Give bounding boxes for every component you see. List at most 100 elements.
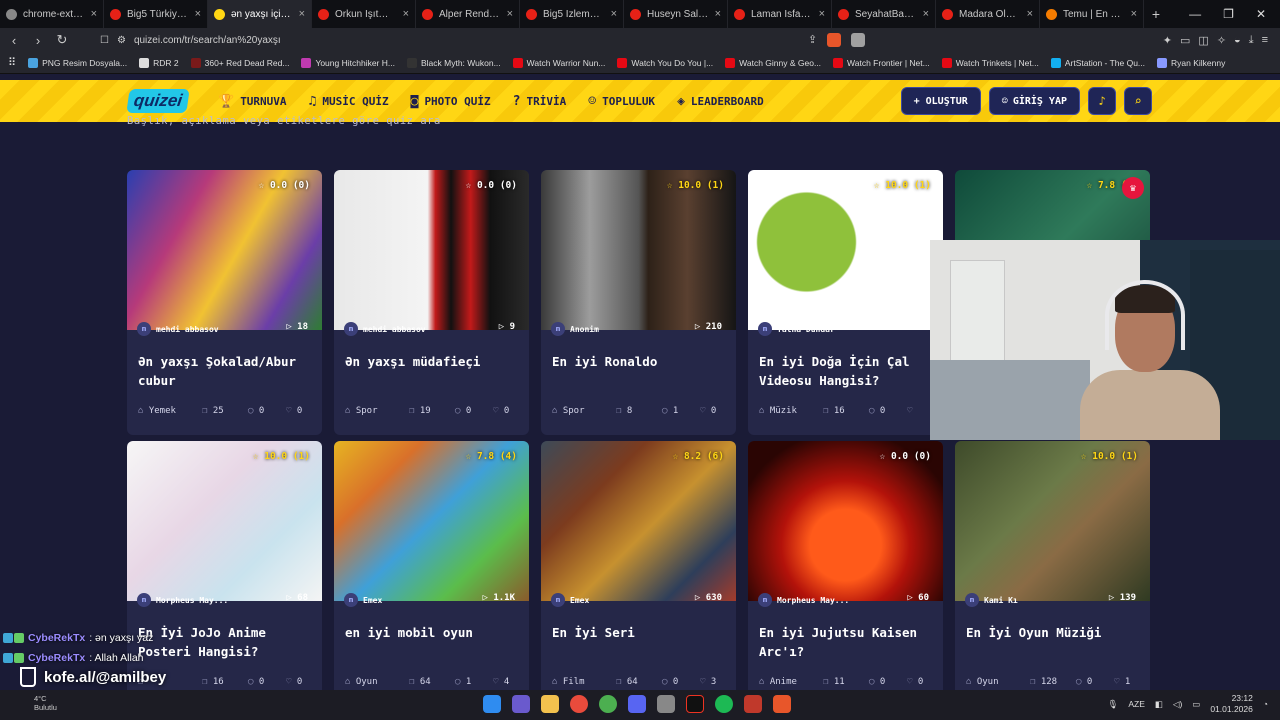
copilot-icon[interactable] [512,695,530,713]
download-icon[interactable]: ⤓ [1249,34,1254,47]
quiz-title[interactable]: Ən yaxşı müdafieçi [345,352,525,371]
browser-tab[interactable]: Madara Olduk - You × [936,0,1040,28]
file-explorer-icon[interactable] [541,695,559,713]
microphone-icon[interactable]: 🎙 [1108,699,1119,710]
heart-icon[interactable]: ♡ [493,406,498,416]
quiz-title[interactable]: En İyi Seri [552,623,732,642]
quiz-card[interactable]: ☆ 10.0 (1) m Anonim ▷ 210 En iyi Ronaldo ⌂ S… [541,170,736,435]
browser-tab[interactable]: Big5 Türkiye - YouTu × [104,0,208,28]
discord-icon[interactable] [628,695,646,713]
quiz-title[interactable]: Ən yaxşı Şokalad/Abur cubur [138,352,318,390]
bookmark-item[interactable]: Watch You Do You |... [617,57,713,68]
network-icon[interactable]: ◧ [1155,699,1163,710]
bookmark-icon[interactable]: ☐ [100,35,109,46]
heart-icon[interactable]: ♡ [1114,677,1119,687]
nav-item[interactable]: 🏆 TURNUVA [218,94,287,109]
language-indicator[interactable]: AZE [1128,699,1145,709]
bookmark-item[interactable]: Ryan Kilkenny [1157,57,1225,68]
quiz-card[interactable]: ☆ 8.2 (6) m Emex ▷ 630 En İyi Seri ⌂ Film ❐ … [541,441,736,706]
heart-icon[interactable]: ♡ [907,677,912,687]
heart-icon[interactable]: ♡ [286,677,291,687]
login-button[interactable]: ☺ GİRİŞ YAP [988,87,1080,115]
browser-tab[interactable]: Huseyn Salmanov × [624,0,728,28]
bookmark-item[interactable]: Watch Trinkets | Net... [941,57,1039,68]
tab-close-icon[interactable]: × [299,8,305,20]
nav-item[interactable]: ☺ TOPLULUK [588,94,655,109]
notification-bell-icon[interactable]: ♪ [1088,87,1116,115]
extension-icon[interactable]: ✦ [1163,34,1172,47]
spotify-icon[interactable] [715,695,733,713]
heart-icon[interactable]: ♡ [700,406,705,416]
chrome-alt-icon[interactable] [599,695,617,713]
share-icon[interactable]: ⇪ [808,33,817,47]
bookmark-item[interactable]: Young Hitchhiker H... [301,57,395,68]
quiz-card[interactable]: ☆ 7.8 (4) m Emex ▷ 1.1K en iyi mobil oyun ⌂ … [334,441,529,706]
url-field[interactable]: ☐ ⚙ quizei.com/tr/search/an%20yaxşı [94,30,804,50]
tab-close-icon[interactable]: × [819,8,825,20]
quiz-author[interactable]: m Kami Kı [965,591,1018,609]
battery-icon[interactable]: ▭ [1192,699,1200,710]
bookmark-item[interactable]: Watch Ginny & Geo... [725,57,821,68]
quiz-card[interactable]: ☆ 0.0 (0) m mehdi abbasov ▷ 18 Ən yaxşı Şoka… [127,170,322,435]
site-info-icon[interactable]: ⚙ [117,35,126,46]
clock[interactable]: 23:12 01.01.2026 [1210,693,1253,715]
tab-close-icon[interactable]: × [507,8,513,20]
menu-icon[interactable]: ≡ [1262,34,1268,47]
windows-start-icon[interactable] [483,695,501,713]
quiz-card[interactable]: ☆ 0.0 (0) m mehdi abbasov ▷ 9 Ən yaxşı müdaf… [334,170,529,435]
quiz-card[interactable]: ☆ 0.0 (0) m Morpheus May... ▷ 60 En iyi Juju… [748,441,943,706]
quiz-title[interactable]: En İyi JoJo Anime Posteri Hangisi? [138,623,318,661]
tab-close-icon[interactable]: × [403,8,409,20]
chrome-icon[interactable] [570,695,588,713]
settings-icon[interactable] [657,695,675,713]
tab-close-icon[interactable]: × [715,8,721,20]
nav-item[interactable]: ◙ PHOTO QUİZ [411,94,491,109]
nav-item[interactable]: ♫ MUSİC QUİZ [309,94,389,109]
browser-tab[interactable]: chrome-extension:/ × [0,0,104,28]
tab-close-icon[interactable]: × [91,8,97,20]
quiz-author[interactable]: m mehdi abbasov [137,320,219,338]
heart-icon[interactable]: ♡ [286,406,291,416]
heart-icon[interactable]: ♡ [907,406,912,416]
minimize-icon[interactable]: — [1189,7,1201,21]
nav-item[interactable]: ◈ LEADERBOARD [677,94,764,109]
sidebar-icon[interactable]: ▭ [1180,34,1190,47]
browser-tab[interactable]: SeyahatBakuAzerba × [832,0,936,28]
wallet-icon[interactable]: ◫ [1198,34,1208,47]
quiz-card[interactable]: ☆ 10.0 (1) m Kami Kı ▷ 139 En İyi Oyun Müziğ… [955,441,1150,706]
quiz-author[interactable]: m Emex [344,591,382,609]
bookmark-item[interactable]: Watch Warrior Nun... [512,57,605,68]
quiz-author[interactable]: m Morpheus May... [758,591,849,609]
brave-rewards-icon[interactable] [851,33,866,47]
tiktok-icon[interactable] [686,695,704,713]
tab-close-icon[interactable]: × [195,8,201,20]
taskbar-app-icon[interactable] [744,695,762,713]
heart-icon[interactable]: ♡ [493,677,498,687]
bookmark-item[interactable]: Watch Frontier | Net... [833,57,930,68]
new-tab-icon[interactable]: + [1144,6,1168,22]
maximize-icon[interactable]: ❐ [1223,7,1234,21]
quiz-title[interactable]: en iyi mobil oyun [345,623,525,642]
tab-close-icon[interactable]: × [1131,8,1137,20]
apps-icon[interactable]: ⠿ [8,56,16,69]
bookmark-item[interactable]: Black Myth: Wukon... [406,57,501,68]
nav-item[interactable]: ? TRİVİA [513,94,567,109]
tab-close-icon[interactable]: × [1027,8,1033,20]
quiz-author[interactable]: m Emex [551,591,589,609]
quiz-title[interactable]: En iyi Jujutsu Kaisen Arc'ı? [759,623,939,661]
bookmark-item[interactable]: PNG Resim Dosyala... [28,57,127,68]
site-logo[interactable]: quizei [126,89,190,113]
forward-icon[interactable]: › [28,33,48,48]
weather-widget[interactable]: 4°C Bulutlu [34,694,57,712]
brave-icon[interactable] [773,695,791,713]
quiz-title[interactable]: En iyi Doğa İçin Çal Videosu Hangisi? [759,352,939,390]
search-icon[interactable]: ⌕ [1124,87,1152,115]
leo-icon[interactable]: ✧ [1217,34,1226,47]
volume-icon[interactable]: ◁) [1173,699,1182,710]
bookmark-item[interactable]: 360+ Red Dead Red... [190,57,289,68]
heart-icon[interactable]: ♡ [700,677,705,687]
back-icon[interactable]: ‹ [4,33,24,48]
quiz-author[interactable]: m Anonim [551,320,599,338]
create-button[interactable]: + OLUŞTUR [900,87,981,115]
reload-icon[interactable]: ↻ [52,32,72,48]
